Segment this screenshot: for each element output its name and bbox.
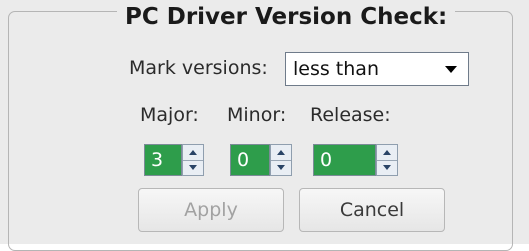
major-stepper[interactable]: [182, 144, 204, 176]
release-value: 0: [320, 149, 333, 171]
arrow-down-icon[interactable]: [383, 165, 391, 170]
major-spinner[interactable]: 3: [144, 144, 204, 176]
apply-button[interactable]: Apply: [138, 188, 284, 232]
stepper-divider: [377, 160, 397, 161]
major-value: 3: [151, 149, 164, 171]
mark-versions-value: less than: [293, 58, 379, 80]
arrow-up-icon[interactable]: [277, 150, 285, 155]
cancel-button[interactable]: Cancel: [299, 188, 445, 232]
minor-label: Minor:: [227, 104, 287, 126]
minor-stepper[interactable]: [270, 144, 292, 176]
version-check-panel: PC Driver Version Check: Mark versions: …: [0, 0, 529, 251]
arrow-down-icon[interactable]: [277, 165, 285, 170]
stepper-divider: [183, 160, 203, 161]
minor-field[interactable]: 0: [230, 144, 270, 176]
chevron-down-icon[interactable]: [445, 66, 457, 73]
release-field[interactable]: 0: [313, 144, 376, 176]
minor-value: 0: [237, 149, 250, 171]
arrow-up-icon[interactable]: [189, 150, 197, 155]
arrow-down-icon[interactable]: [189, 165, 197, 170]
release-spinner[interactable]: 0: [313, 144, 398, 176]
major-field[interactable]: 3: [144, 144, 182, 176]
group-title: PC Driver Version Check:: [117, 4, 456, 30]
major-label: Major:: [140, 104, 199, 126]
release-label: Release:: [310, 104, 391, 126]
minor-spinner[interactable]: 0: [230, 144, 292, 176]
mark-versions-select[interactable]: less than: [285, 52, 469, 86]
mark-versions-label: Mark versions:: [129, 57, 268, 79]
stepper-divider: [271, 160, 291, 161]
arrow-up-icon[interactable]: [383, 150, 391, 155]
release-stepper[interactable]: [376, 144, 398, 176]
